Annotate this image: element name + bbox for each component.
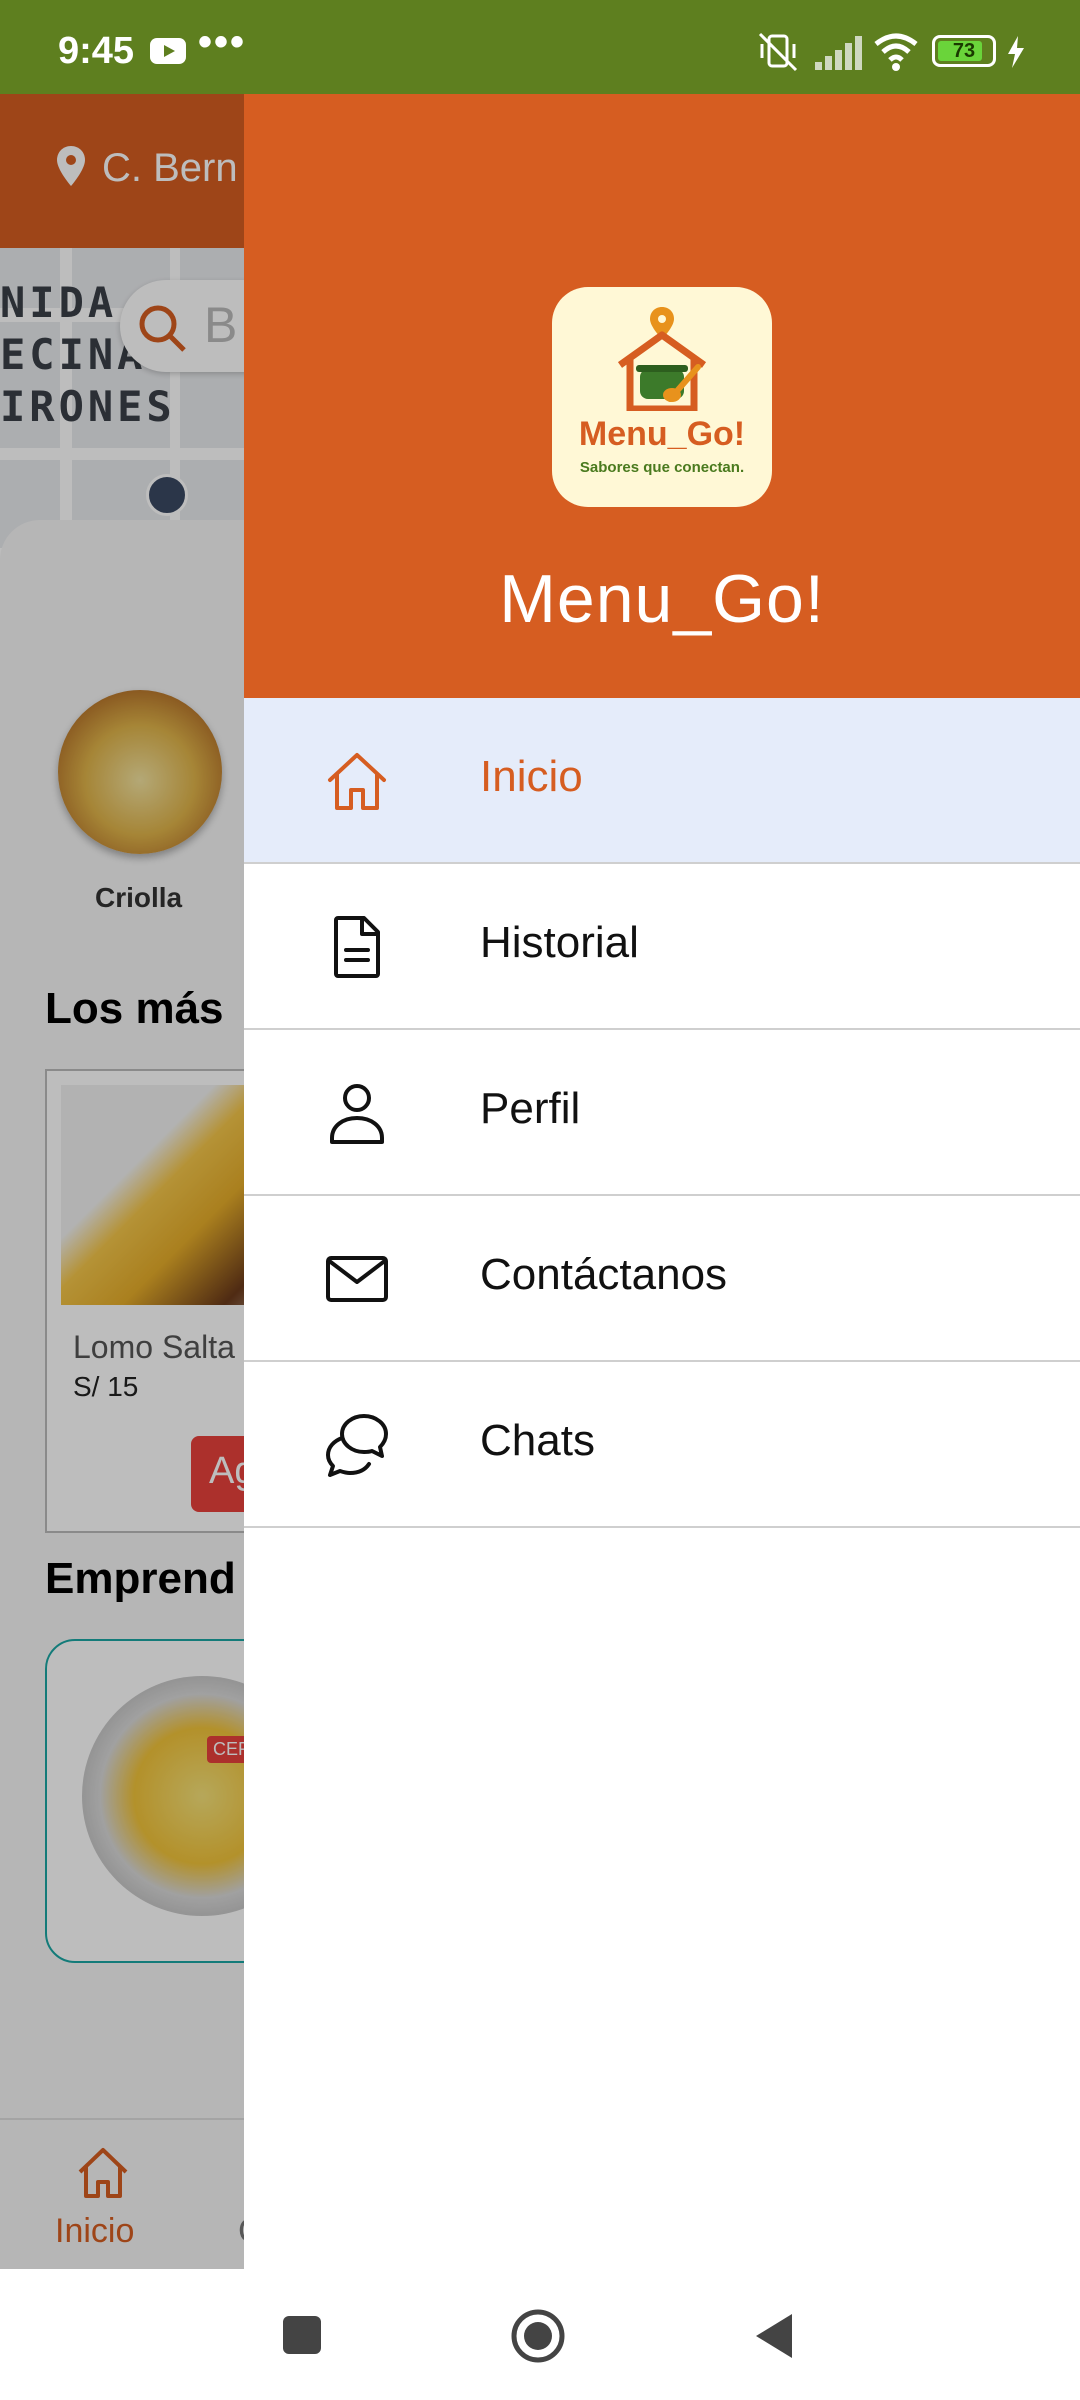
clock: 9:45 bbox=[58, 30, 135, 72]
drawer-item-label: Historial bbox=[480, 918, 639, 967]
recents-button-icon[interactable] bbox=[283, 2316, 321, 2354]
drawer-item-contactanos[interactable]: Contáctanos bbox=[244, 1196, 1080, 1362]
back-button-icon[interactable] bbox=[752, 2312, 796, 2360]
battery-level: 73 bbox=[952, 40, 976, 62]
wifi-icon bbox=[874, 33, 918, 71]
charging-icon bbox=[1008, 36, 1024, 68]
home-button-icon[interactable] bbox=[510, 2308, 566, 2364]
chat-icon bbox=[326, 1414, 388, 1477]
system-navigation-bar bbox=[0, 2270, 1080, 2400]
drawer-item-label: Contáctanos bbox=[480, 1250, 728, 1299]
drawer-item-inicio[interactable]: Inicio bbox=[244, 698, 1080, 864]
signal-icon bbox=[815, 34, 865, 70]
status-bar: 9:45 ••• 73 bbox=[0, 0, 1080, 94]
pot-house-logo-icon bbox=[617, 307, 707, 411]
drawer-header: Menu_Go! Sabores que conectan. Menu_Go! bbox=[244, 94, 1080, 698]
mail-icon bbox=[326, 1256, 388, 1302]
navigation-drawer: Menu_Go! Sabores que conectan. Menu_Go! … bbox=[244, 94, 1080, 2269]
logo-wordmark: Menu_Go! bbox=[578, 415, 746, 453]
logo-tagline: Sabores que conectan. bbox=[579, 459, 745, 476]
battery-icon: 73 bbox=[932, 35, 996, 67]
drawer-item-perfil[interactable]: Perfil bbox=[244, 1030, 1080, 1196]
drawer-item-label: Inicio bbox=[480, 752, 583, 801]
drawer-item-historial[interactable]: Historial bbox=[244, 864, 1080, 1030]
drawer-item-label: Perfil bbox=[480, 1084, 581, 1133]
drawer-title: Menu_Go! bbox=[499, 561, 825, 637]
vibrate-off-icon bbox=[758, 32, 798, 72]
home-icon bbox=[328, 753, 386, 810]
drawer-item-label: Chats bbox=[480, 1416, 595, 1465]
app-logo: Menu_Go! Sabores que conectan. bbox=[552, 287, 772, 507]
drawer-item-chats[interactable]: Chats bbox=[244, 1362, 1080, 1528]
document-icon bbox=[334, 916, 380, 978]
more-notifications-icon: ••• bbox=[198, 20, 247, 64]
youtube-notification-icon bbox=[150, 38, 186, 64]
person-icon bbox=[330, 1084, 384, 1144]
